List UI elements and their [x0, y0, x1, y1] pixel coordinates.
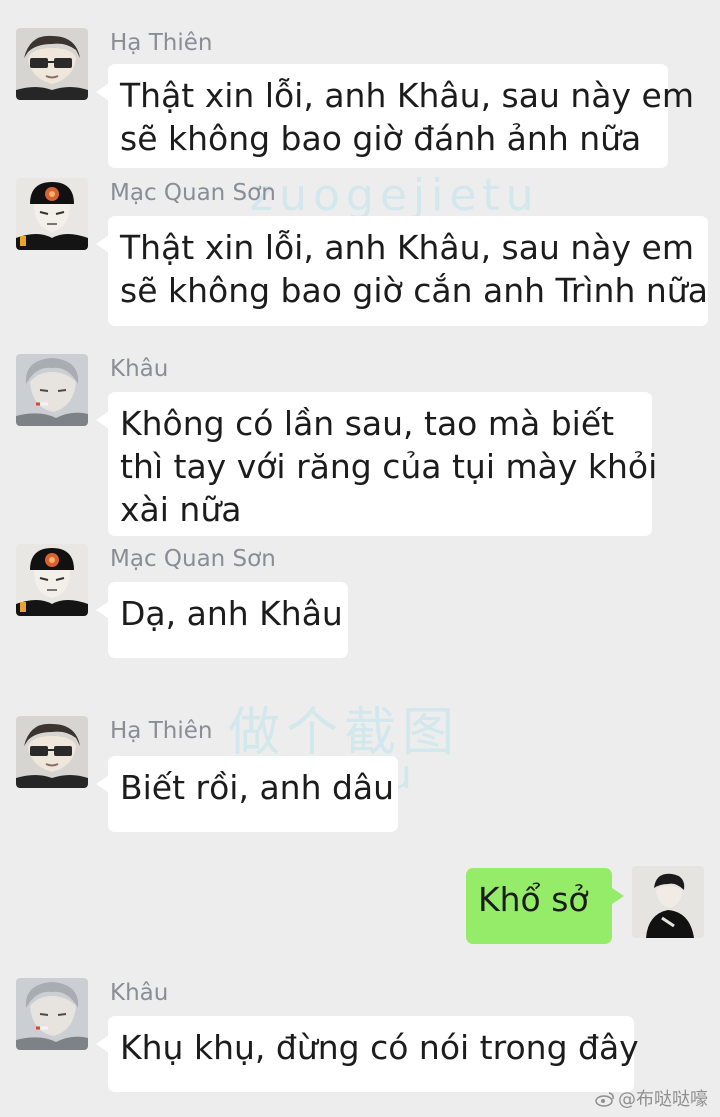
- message-text: Thật xin lỗi, anh Khâu, sau này em: [120, 228, 694, 267]
- weibo-icon: [595, 1091, 615, 1107]
- message-text: Biết rồi, anh dâu: [120, 768, 395, 807]
- watermark-text-cn: 做个截图: [228, 703, 461, 763]
- self-avatar[interactable]: [632, 866, 704, 938]
- message-bubble[interactable]: Biết rồi, anh dâu: [96, 756, 398, 832]
- message-bubble[interactable]: Dạ, anh Khâu: [96, 582, 348, 658]
- mac-quan-son-avatar[interactable]: [16, 544, 88, 616]
- message-text: sẽ không bao giờ cắn anh Trình nữa: [120, 271, 708, 310]
- khau-avatar[interactable]: [16, 978, 88, 1050]
- ha-thien-avatar[interactable]: [16, 28, 88, 100]
- message-bubble-self[interactable]: Khổ sở: [466, 868, 624, 944]
- chat-window: zuogejietu 做个截图 jietu Hạ Thiên Thật xin …: [0, 0, 720, 1117]
- sender-name: Khâu: [110, 980, 169, 1006]
- message-bubble[interactable]: Không có lần sau, tao mà biết thì tay vớ…: [96, 392, 658, 536]
- sender-name: Hạ Thiên: [110, 30, 213, 56]
- sender-name: Mạc Quan Sơn: [110, 546, 276, 572]
- message-text: Thật xin lỗi, anh Khâu, sau này em: [120, 76, 694, 115]
- sender-name: Hạ Thiên: [110, 718, 213, 744]
- ha-thien-avatar[interactable]: [16, 716, 88, 788]
- watermark-text: zuogejietu: [250, 170, 540, 221]
- message-text: Dạ, anh Khâu: [120, 594, 343, 633]
- message-bubble[interactable]: Khụ khụ, đừng có nói trong đây: [96, 1016, 639, 1092]
- message-text: Không có lần sau, tao mà biết: [120, 404, 615, 443]
- sender-name: Khâu: [110, 356, 169, 382]
- message-text: Khụ khụ, đừng có nói trong đây: [120, 1028, 639, 1067]
- message-text: sẽ không bao giờ đánh ảnh nữa: [120, 119, 642, 158]
- mac-quan-son-avatar[interactable]: [16, 178, 88, 250]
- message-text: thì tay với răng của tụi mày khỏi: [120, 447, 658, 486]
- sender-name: Mạc Quan Sơn: [110, 180, 276, 206]
- weibo-credit: @布哒哒嚎: [595, 1085, 708, 1111]
- message-text: xài nữa: [120, 490, 242, 529]
- message-bubble[interactable]: Thật xin lỗi, anh Khâu, sau này em sẽ kh…: [96, 64, 694, 168]
- credit-text: @布哒哒嚎: [618, 1089, 708, 1110]
- message-text: Khổ sở: [478, 880, 589, 919]
- message-bubble[interactable]: Thật xin lỗi, anh Khâu, sau này em sẽ kh…: [96, 216, 708, 326]
- khau-avatar[interactable]: [16, 354, 88, 426]
